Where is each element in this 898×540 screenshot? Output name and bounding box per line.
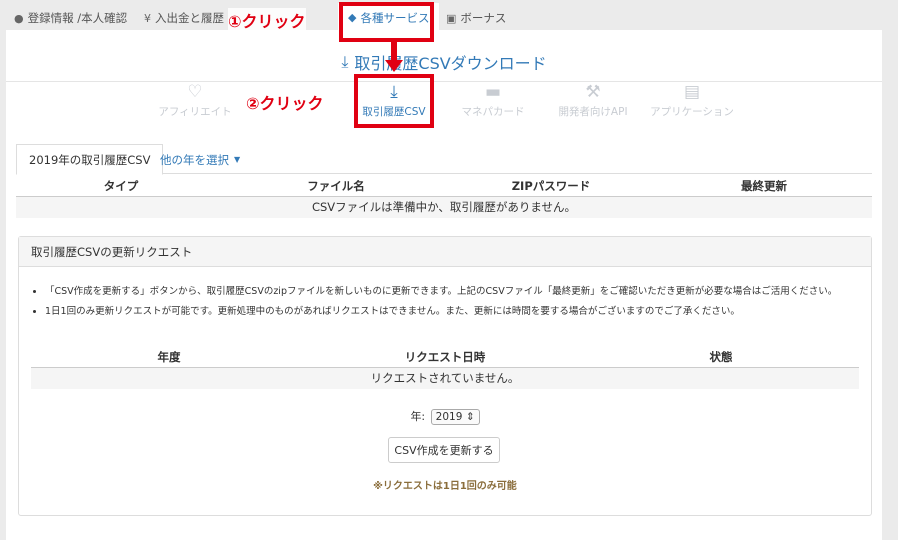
col-last-updated: 最終更新 [656, 176, 872, 197]
service-developer-api[interactable]: ⚒ 開発者向けAPI [548, 82, 638, 119]
request-panel-title: 取引履歴CSVの更新リクエスト [19, 237, 871, 267]
service-affiliate[interactable]: ♡ アフィリエイト [150, 82, 240, 119]
request-limit-note: ※リクエストは1日1回のみ可能 [373, 481, 517, 492]
col-status: 状態 [583, 347, 859, 368]
page-header: ⤓ 取引履歴CSVダウンロード [6, 42, 882, 82]
service-developer-api-label: 開発者向けAPI [558, 106, 628, 118]
col-request-datetime: リクエスト日時 [307, 347, 583, 368]
heart-icon: ♡ [187, 82, 203, 102]
year-tabs: 2019年の取引履歴CSV 他の年を選択 ▼ [16, 144, 872, 175]
service-manepa-card[interactable]: ▬ マネパカード [448, 82, 538, 119]
table-row: リクエストされていません。 [31, 367, 859, 389]
card-icon: ▬ [484, 82, 502, 102]
csv-empty-message: CSVファイルは準備中か、取引履歴がありません。 [16, 196, 872, 218]
download-icon: ⤓ [341, 51, 349, 71]
service-manepa-card-label: マネパカード [461, 106, 525, 118]
request-empty-message: リクエストされていません。 [31, 367, 859, 389]
annotation-step2-label: ②クリック [246, 90, 324, 114]
caret-down-icon: ▼ [234, 155, 241, 164]
nav-tab-deposit-history[interactable]: ¥ 入出金と履歴 [144, 6, 224, 30]
nav-tab-bonus-label: ボーナス [460, 11, 507, 25]
nav-tab-deposit-history-label: 入出金と履歴 [155, 11, 224, 25]
col-filename: ファイル名 [226, 176, 446, 197]
gift-icon: ▣ [446, 11, 457, 25]
col-type: タイプ [16, 176, 226, 197]
annotation-arrow [391, 42, 397, 62]
top-nav: ● 登録情報 /本人確認 ¥ 入出金と履歴 ◆ 各種サービス ▣ ボーナス [0, 0, 898, 32]
request-table: 年度 リクエスト日時 状態 リクエストされていません。 [31, 347, 859, 389]
table-row: CSVファイルは準備中か、取引履歴がありません。 [16, 196, 872, 218]
update-csv-button[interactable]: CSV作成を更新する [388, 437, 500, 463]
main-panel: ⤓ 取引履歴CSVダウンロード ♡ アフィリエイト ⤓ 取引履歴CSV ▬ マネ… [6, 30, 882, 540]
tab-other-year-label: 他の年を選択 [160, 152, 229, 167]
tab-current-year-label: 2019年の取引履歴CSV [29, 152, 151, 167]
csv-table: タイプ ファイル名 ZIPパスワード 最終更新 CSVファイルは準備中か、取引履… [16, 176, 872, 218]
nav-tab-account[interactable]: ● 登録情報 /本人確認 [14, 6, 127, 30]
annotation-step1-label: ①クリック [228, 8, 306, 32]
select-arrows-icon: ⇕ [465, 411, 475, 423]
annotation-box-step2 [354, 74, 434, 128]
service-affiliate-label: アフィリエイト [158, 106, 232, 118]
list-item: 「CSV作成を更新する」ボタンから、取引履歴CSVのzipファイルを新しいものに… [45, 282, 837, 302]
user-icon: ● [14, 11, 24, 25]
nav-tab-bonus[interactable]: ▣ ボーナス [446, 6, 506, 30]
briefcase-icon: ▤ [683, 82, 701, 102]
col-zip-password: ZIPパスワード [446, 176, 656, 197]
tab-current-year[interactable]: 2019年の取引履歴CSV [16, 144, 164, 175]
request-info-list: 「CSV作成を更新する」ボタンから、取引履歴CSVのzipファイルを新しいものに… [45, 282, 837, 322]
request-panel: 取引履歴CSVの更新リクエスト 「CSV作成を更新する」ボタンから、取引履歴CS… [18, 236, 872, 516]
col-year: 年度 [31, 347, 307, 368]
year-select-row: 年: 2019 ⇕ [19, 408, 871, 425]
year-select[interactable]: 2019 ⇕ [430, 409, 480, 425]
page-title: 取引履歴CSVダウンロード [354, 53, 547, 73]
nav-tab-account-label: 登録情報 /本人確認 [27, 11, 128, 25]
service-application[interactable]: ▤ アプリケーション [646, 82, 738, 119]
list-item: 1日1回のみ更新リクエストが可能です。更新処理中のものがあればリクエストはできま… [45, 302, 837, 322]
year-select-value: 2019 [435, 411, 463, 423]
annotation-arrow-head [385, 60, 403, 72]
wrench-icon: ⚒ [585, 82, 601, 102]
year-label: 年: [410, 410, 426, 423]
tab-other-year-dropdown[interactable]: 他の年を選択 ▼ [148, 144, 252, 175]
service-application-label: アプリケーション [650, 106, 734, 118]
annotation-box-step1 [339, 2, 434, 42]
yen-icon: ¥ [144, 11, 151, 25]
